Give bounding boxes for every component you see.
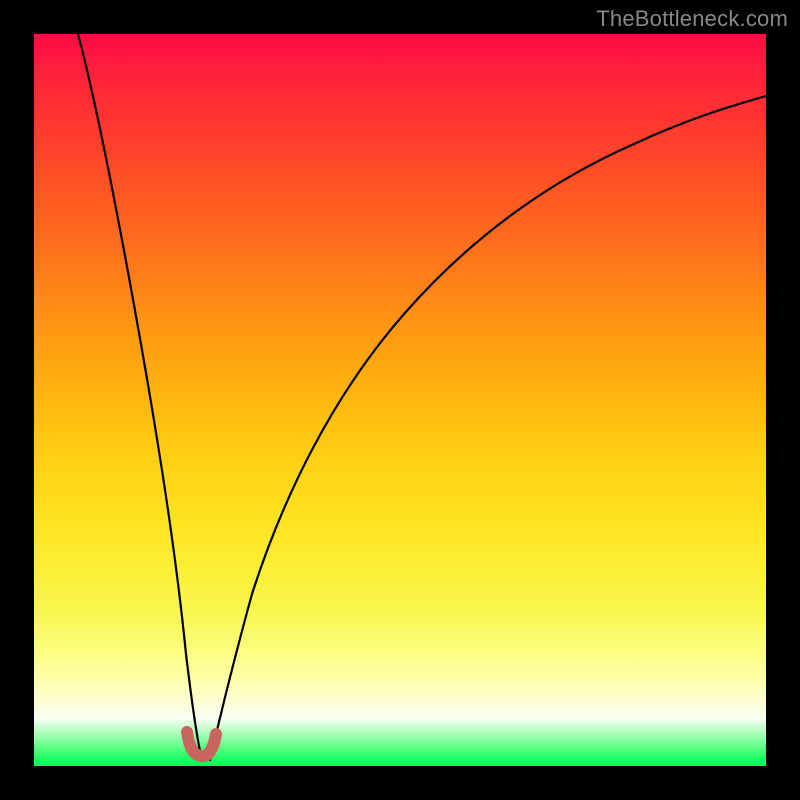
curve-left-branch [78, 34, 202, 760]
curve-right-branch [210, 96, 766, 760]
chart-svg [34, 34, 766, 766]
watermark-text: TheBottleneck.com [596, 6, 788, 32]
minimum-marker [187, 732, 216, 756]
chart-frame: TheBottleneck.com [0, 0, 800, 800]
plot-area [34, 34, 766, 766]
